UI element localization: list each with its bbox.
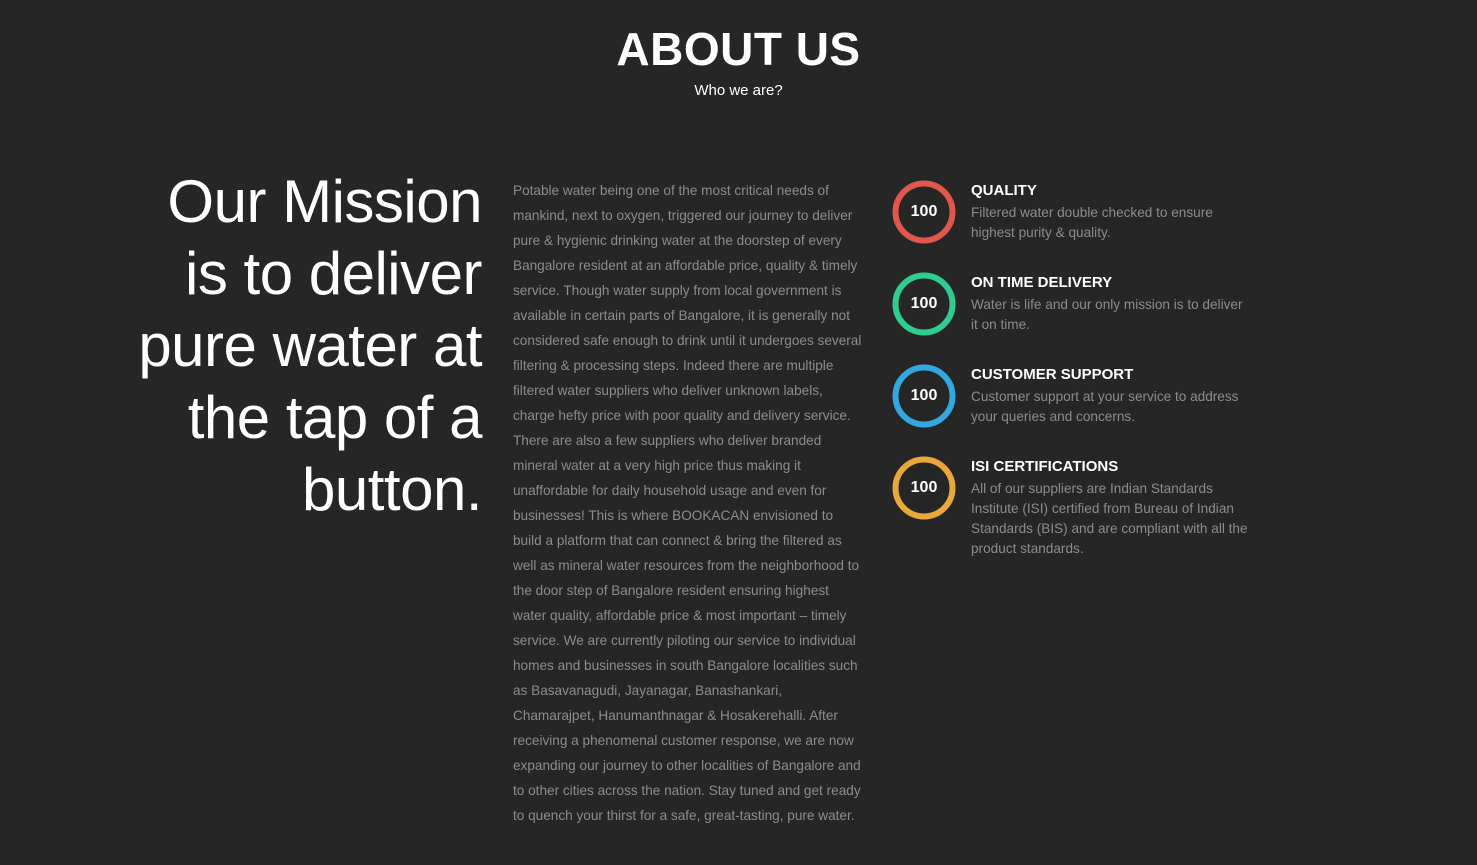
mission-line: Our Mission	[167, 168, 482, 235]
feature-description: Filtered water double checked to ensure …	[971, 205, 1213, 240]
feature-description: Water is life and our only mission is to…	[971, 297, 1243, 332]
about-section: ABOUT US Who we are? Our Mission is to d…	[0, 0, 1477, 865]
feature-title: ISI CERTIFICATIONS	[971, 458, 1119, 475]
feature-title: ON TIME DELIVERY	[971, 274, 1113, 291]
progress-value: 100	[910, 203, 938, 220]
progress-value: 100	[910, 295, 938, 312]
mission-line: the tap of a	[187, 384, 483, 451]
feature-title: CUSTOMER SUPPORT	[971, 366, 1134, 383]
page-subtitle: Who we are?	[694, 82, 783, 99]
mission-statement: Our Mission is to deliver pure water at …	[100, 166, 482, 526]
section-header: ABOUT US Who we are?	[0, 22, 1477, 100]
about-paragraph: Potable water being one of the most crit…	[513, 183, 862, 823]
mission-line: pure water at	[138, 312, 482, 379]
mission-line: button.	[302, 456, 483, 523]
page-title: ABOUT US	[616, 23, 861, 75]
feature-title: QUALITY	[971, 182, 1037, 199]
progress-value: 100	[910, 479, 938, 496]
mission-line: is to deliver	[185, 240, 482, 307]
progress-value: 100	[910, 387, 938, 404]
feature-description: All of our suppliers are Indian Standard…	[971, 481, 1248, 556]
feature-description: Customer support at your service to addr…	[971, 389, 1239, 424]
